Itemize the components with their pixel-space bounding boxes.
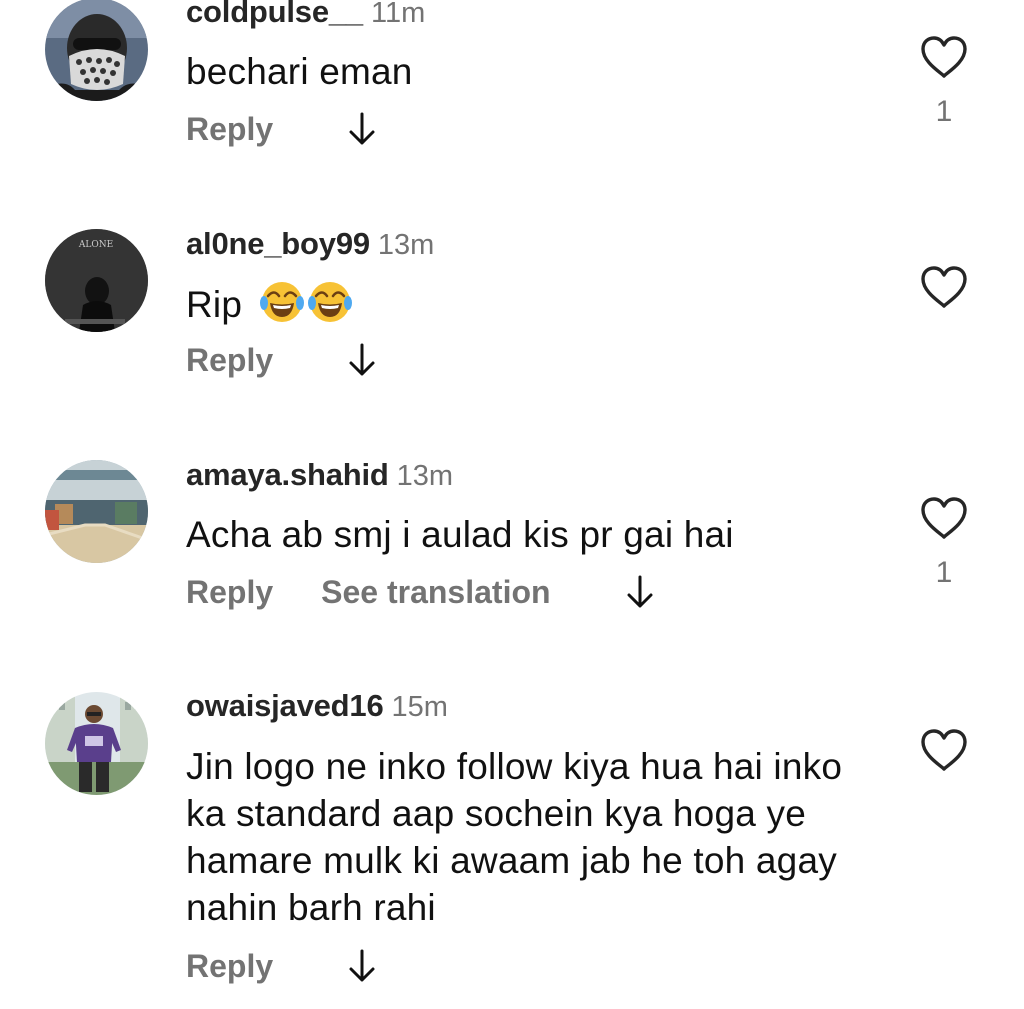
indoor-hall-avatar[interactable] [45, 460, 148, 563]
reply-button[interactable]: Reply [186, 342, 273, 379]
person-purple-shirt-avatar[interactable] [45, 692, 148, 795]
comment-timestamp: 13m [396, 460, 454, 492]
comment-actions: Reply [186, 946, 377, 986]
dark-alone-avatar[interactable]: ALONE [45, 229, 148, 332]
comment-text: Acha ab smj i aulad kis pr gai hai [186, 514, 734, 555]
comment-actions: Reply [186, 109, 377, 149]
arrow-down-icon[interactable] [347, 948, 377, 984]
heart-outline-icon[interactable] [920, 35, 968, 79]
reply-button[interactable]: Reply [186, 111, 273, 148]
comment-timestamp: 15m [391, 691, 448, 723]
reply-button[interactable]: Reply [186, 574, 273, 611]
heart-outline-icon[interactable] [920, 496, 968, 540]
heart-outline-icon[interactable] [920, 265, 968, 309]
comment-text: Rip [186, 279, 886, 328]
comment-text-body: Rip [186, 284, 243, 325]
comment-header: al0ne_boy99 13m [186, 228, 434, 260]
comment-username[interactable]: coldpulse__ [186, 0, 363, 29]
like-count: 1 [935, 556, 953, 589]
comment-actions: Reply [186, 340, 377, 380]
comment-header: amaya.shahid 13m [186, 459, 453, 491]
arrow-down-icon[interactable] [347, 111, 377, 147]
comment-header: owaisjaved16 15m [186, 690, 448, 722]
like-area: 1 [919, 35, 969, 127]
comment-actions: Reply See translation [186, 572, 655, 612]
heart-outline-icon[interactable] [920, 728, 968, 772]
comment-username[interactable]: owaisjaved16 [186, 688, 384, 723]
like-area [919, 265, 969, 327]
avatar-text: ALONE [78, 240, 113, 250]
arrow-down-icon[interactable] [625, 574, 655, 610]
masked-person-avatar[interactable] [45, 0, 148, 101]
comment-text: Jin logo ne inko follow kiya hua hai ink… [186, 746, 843, 928]
comment-timestamp: 11m [370, 0, 426, 29]
like-area [919, 728, 969, 790]
see-translation-button[interactable]: See translation [321, 574, 550, 611]
face-with-tears-of-joy-icon [259, 282, 304, 322]
like-area: 1 [919, 496, 969, 588]
comment-text: bechari eman [186, 51, 413, 92]
comment-username[interactable]: al0ne_boy99 [186, 226, 370, 261]
arrow-down-icon[interactable] [347, 342, 377, 378]
reply-button[interactable]: Reply [186, 948, 273, 985]
comment-timestamp: 13m [377, 229, 435, 261]
comment-username[interactable]: amaya.shahid [186, 457, 389, 492]
comment-header: coldpulse__ 11m [186, 0, 425, 28]
face-with-tears-of-joy-icon [307, 282, 352, 322]
like-count: 1 [935, 95, 953, 128]
